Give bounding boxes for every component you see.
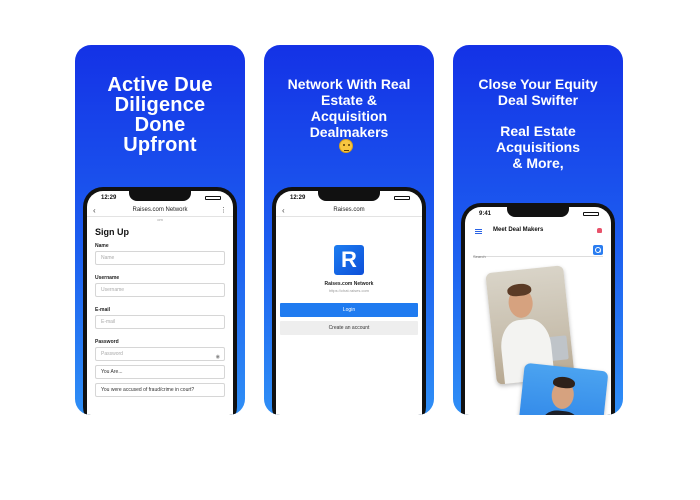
eye-icon[interactable]: ◉: [216, 351, 220, 363]
nav-title: Raises.com: [333, 207, 365, 213]
email-input[interactable]: E-mail: [95, 315, 225, 329]
screen-header: Meet Deal Makers: [465, 221, 611, 239]
nav-title: Raises.com Network: [132, 207, 188, 213]
search-icon[interactable]: [593, 245, 603, 255]
phone-screen: 12:29 ‹ Raises.com Network ⋮ om Sign Up …: [87, 191, 233, 415]
battery-icon: [583, 212, 599, 216]
phone-notch: [129, 191, 191, 201]
nav-bar: ‹ Raises.com Network ⋮ om: [87, 205, 233, 222]
status-time: 12:29: [290, 195, 306, 201]
phone-mockup: 9:41 Meet Deal Makers: [461, 203, 615, 415]
headline-real-estate: Real Estate Acquisitions & More,: [495, 123, 580, 171]
name-input[interactable]: Name: [95, 251, 225, 265]
signup-form: Sign Up Name Name Username Username E-ma…: [87, 217, 233, 397]
brand-name: Raises.com Network: [324, 281, 374, 287]
password-input[interactable]: Password ◉: [95, 347, 225, 361]
thinking-emoji-icon: [339, 139, 353, 153]
headline-signup: Active Due Diligence Done Upfront: [107, 74, 213, 156]
username-input[interactable]: Username: [95, 283, 225, 297]
notification-icon[interactable]: [597, 228, 602, 233]
name-label: Name: [95, 243, 109, 249]
you-are-select[interactable]: You Are...: [95, 365, 225, 379]
status-time: 12:29: [101, 195, 117, 201]
headline-close-deal: Close Your Equity Deal Swifter: [478, 76, 598, 108]
battery-icon: [394, 196, 410, 200]
nav-url-fragment: om: [157, 217, 163, 222]
headline-network: Network With Real Estate & Acquisition D…: [287, 76, 411, 140]
fraud-question-select[interactable]: You were accused of fraud/crime in court…: [95, 383, 225, 397]
promo-card-signup: Active Due Diligence Done Upfront 12:29 …: [75, 45, 245, 415]
search-bar: [473, 245, 603, 262]
phone-notch: [318, 191, 380, 201]
nav-bar: ‹ Raises.com: [276, 205, 422, 217]
phone-mockup: 12:29 ‹ Raises.com R Raises.com Network …: [272, 187, 426, 415]
login-button[interactable]: Login: [280, 303, 418, 317]
brand-url: https://chat.raises.com: [328, 288, 369, 293]
phone-screen: 9:41 Meet Deal Makers: [465, 207, 611, 415]
username-label: Username: [95, 275, 120, 281]
promo-card-dealmakers: Close Your Equity Deal Swifter Real Esta…: [453, 45, 623, 415]
person-body: [537, 408, 582, 415]
form-title: Sign Up: [95, 227, 129, 237]
phone-mockup: 12:29 ‹ Raises.com Network ⋮ om Sign Up …: [83, 187, 237, 415]
search-input[interactable]: [473, 251, 603, 262]
screen-title: Meet Deal Makers: [493, 227, 544, 233]
menu-icon[interactable]: [475, 229, 482, 230]
password-label: Password: [95, 339, 119, 345]
promo-card-login: Network With Real Estate & Acquisition D…: [264, 45, 434, 415]
status-time: 9:41: [479, 211, 492, 217]
password-placeholder: Password: [101, 351, 123, 357]
profile-card-photo-secondary[interactable]: [517, 362, 609, 415]
back-chevron-icon[interactable]: ‹: [282, 205, 285, 216]
phone-screen: 12:29 ‹ Raises.com R Raises.com Network …: [276, 191, 422, 415]
raises-logo: R: [334, 245, 364, 275]
battery-icon: [205, 196, 221, 200]
email-label: E-mail: [95, 307, 111, 313]
create-account-button[interactable]: Create an account: [280, 321, 418, 335]
phone-notch: [507, 207, 569, 217]
